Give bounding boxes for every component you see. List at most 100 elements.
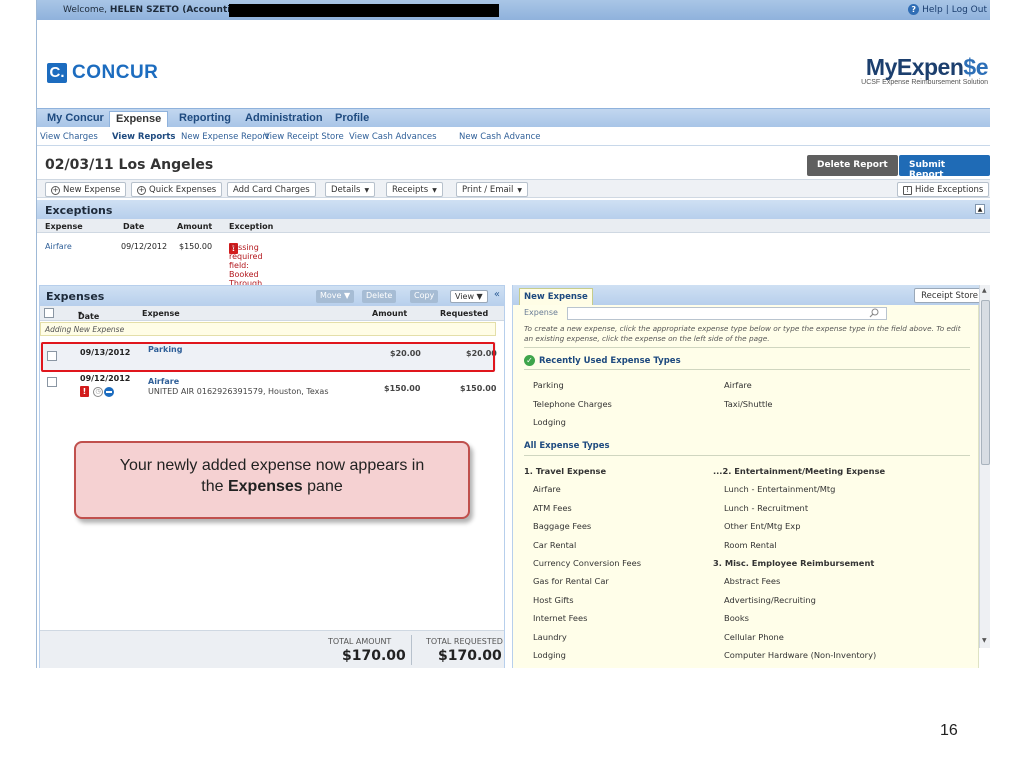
subnav-new-cash-advance[interactable]: New Cash Advance <box>459 132 541 142</box>
expense-type-link[interactable]: Room Rental <box>724 540 777 550</box>
select-all-checkbox[interactable] <box>44 308 54 318</box>
new-expense-header: New Expense Receipt Store <box>513 285 990 305</box>
quick-expenses-button[interactable]: + Quick Expenses <box>131 182 223 197</box>
expense-type-link[interactable]: Baggage Fees <box>533 521 591 531</box>
expense-type-link[interactable]: Gas for Rental Car <box>533 576 609 586</box>
plus-icon: + <box>137 186 146 195</box>
myexpense-logo: MyExpen$e UCSF Expense Reimbursement Sol… <box>861 54 988 86</box>
expense-type-label: Expense <box>524 308 558 317</box>
redacted-box <box>229 4 499 17</box>
expenses-columns: Date ▾ Expense Amount Requested <box>40 306 504 321</box>
expense-type-input[interactable] <box>567 307 887 320</box>
concur-logo[interactable]: C. CONCUR <box>47 62 158 84</box>
scroll-up-icon[interactable]: ▲ <box>982 287 987 294</box>
details-menu[interactable]: Details ▼ <box>325 182 376 197</box>
add-card-charges-button[interactable]: Add Card Charges <box>227 182 316 197</box>
move-menu[interactable]: Move ▼ <box>316 290 355 303</box>
expense-type-link[interactable]: Airfare <box>533 484 561 494</box>
receipts-menu[interactable]: Receipts ▼ <box>386 182 443 197</box>
expense-type-link[interactable]: Host Gifts <box>533 595 574 605</box>
new-expense-button[interactable]: + New Expense <box>45 182 127 197</box>
column-date[interactable]: Date ▾ <box>78 309 99 321</box>
hide-exceptions-button[interactable]: ! Hide Exceptions <box>897 182 990 197</box>
vertical-scrollbar[interactable]: ▲ ▼ <box>979 285 990 648</box>
expense-type-link[interactable]: Internet Fees <box>533 613 587 623</box>
subnav-view-cash-advances[interactable]: View Cash Advances <box>349 132 437 142</box>
card-charge-icon <box>104 386 114 397</box>
expense-type-link[interactable]: Books <box>724 613 749 623</box>
expense-type-link[interactable]: Advertising/Recruiting <box>724 595 816 605</box>
expense-type-link[interactable]: Lunch - Recruitment <box>724 503 808 513</box>
expense-type-link[interactable]: Currency Conversion Fees <box>533 558 641 568</box>
subnav-view-receipt-store[interactable]: View Receipt Store <box>264 132 344 142</box>
total-requested: $170.00 <box>438 648 502 664</box>
copy-button[interactable]: Copy <box>410 290 439 303</box>
expense-type-link[interactable]: ATM Fees <box>533 503 572 513</box>
total-amount: $170.00 <box>342 648 406 664</box>
expense-type-link[interactable]: Telephone Charges <box>533 399 612 409</box>
submit-report-button[interactable]: Submit Report <box>899 155 990 180</box>
tab-new-expense[interactable]: New Expense <box>519 288 593 305</box>
expense-type-link[interactable]: Other Ent/Mtg Exp <box>724 521 800 531</box>
concur-app-window: Welcome, HELEN SZETO (Accounting) ? Help… <box>36 0 990 668</box>
tab-my-concur[interactable]: My Concur <box>41 111 110 128</box>
exclamation-icon: ! <box>903 186 912 195</box>
exception-expense[interactable]: Airfare <box>45 242 72 251</box>
main-nav: My Concur Expense Reporting Administrati… <box>37 108 990 128</box>
user-name: HELEN SZETO (Accounting) <box>109 5 248 15</box>
search-icon[interactable] <box>869 308 879 318</box>
dropdown-caret-icon: ▼ <box>517 187 523 194</box>
tab-expense[interactable]: Expense <box>109 111 169 128</box>
dropdown-caret-icon: ▼ <box>432 187 437 194</box>
subnav-view-charges[interactable]: View Charges <box>40 132 98 142</box>
help-icon[interactable]: ? <box>908 4 920 15</box>
expense-category-header: ...2. Entertainment/Meeting Expense <box>713 466 886 476</box>
column-amount[interactable]: Amount <box>372 309 407 318</box>
expense-category-header: 3. Misc. Employee Reimbursement <box>713 558 875 568</box>
exception-date: 09/12/2012 <box>121 242 168 251</box>
expense-type-link[interactable]: Abstract Fees <box>724 576 780 586</box>
collapse-up-icon[interactable]: ▲ <box>975 204 985 214</box>
total-amount-label: TOTAL AMOUNT <box>328 637 392 646</box>
error-icon: ! <box>80 386 89 397</box>
print-email-menu[interactable]: Print / Email ▼ <box>456 182 529 197</box>
adding-new-expense-row: Adding New Expense <box>40 322 496 336</box>
exception-row[interactable]: Airfare 09/12/2012 $150.00 ! Missing requ… <box>37 239 990 297</box>
tab-reporting[interactable]: Reporting <box>173 111 237 128</box>
expense-type-link[interactable]: Computer Hardware (Non-Inventory) <box>724 650 876 660</box>
expense-type-link[interactable]: Airfare <box>724 380 752 390</box>
column-expense[interactable]: Expense <box>142 309 180 318</box>
expense-type-link[interactable]: Parking <box>533 380 564 390</box>
scrollbar-thumb[interactable] <box>981 300 990 465</box>
tab-profile[interactable]: Profile <box>329 111 375 128</box>
expenses-header: Expenses Move ▼ Delete Copy View ▼ « <box>40 286 504 306</box>
column-requested[interactable]: Requested <box>440 309 488 318</box>
expense-requested: $150.00 <box>460 384 497 393</box>
tab-administration[interactable]: Administration <box>239 111 329 128</box>
row-checkbox[interactable] <box>47 377 57 387</box>
expense-type-link[interactable]: Lodging <box>533 650 566 660</box>
delete-button[interactable]: Delete <box>362 290 397 303</box>
expense-type-link[interactable]: Lunch - Entertainment/Mtg <box>724 484 835 494</box>
top-links: ? Help | Log Out <box>908 4 987 15</box>
expense-type-link[interactable]: Lodging <box>533 417 566 427</box>
new-expense-pane: New Expense Receipt Store Expense To cre… <box>512 285 990 668</box>
expense-type-link[interactable]: Cellular Phone <box>724 632 784 642</box>
check-icon: ✓ <box>524 355 535 366</box>
collapse-left-icon[interactable]: « <box>494 289 500 300</box>
subnav-view-reports[interactable]: View Reports <box>112 132 175 142</box>
delete-report-button[interactable]: Delete Report <box>807 155 898 176</box>
expense-type-link[interactable]: Car Rental <box>533 540 576 550</box>
scroll-down-icon[interactable]: ▼ <box>982 637 987 644</box>
new-expense-body: Expense To create a new expense, click t… <box>513 305 979 668</box>
myexpense-subtitle: UCSF Expense Reimbursement Solution <box>861 79 988 86</box>
expense-type-link[interactable]: Taxi/Shuttle <box>724 399 773 409</box>
help-link[interactable]: Help <box>922 5 943 15</box>
expense-row-airfare[interactable]: 09/12/2012 ! ◷ Airfare UNITED AIR 0162926… <box>40 374 496 404</box>
expense-type-link[interactable]: Laundry <box>533 632 567 642</box>
receipt-store-button[interactable]: Receipt Store <box>914 288 985 303</box>
expense-name[interactable]: Airfare <box>148 377 179 386</box>
view-menu[interactable]: View ▼ <box>450 290 488 303</box>
subnav-new-expense-report[interactable]: New Expense Report <box>181 132 269 142</box>
logout-link[interactable]: Log Out <box>952 5 987 15</box>
